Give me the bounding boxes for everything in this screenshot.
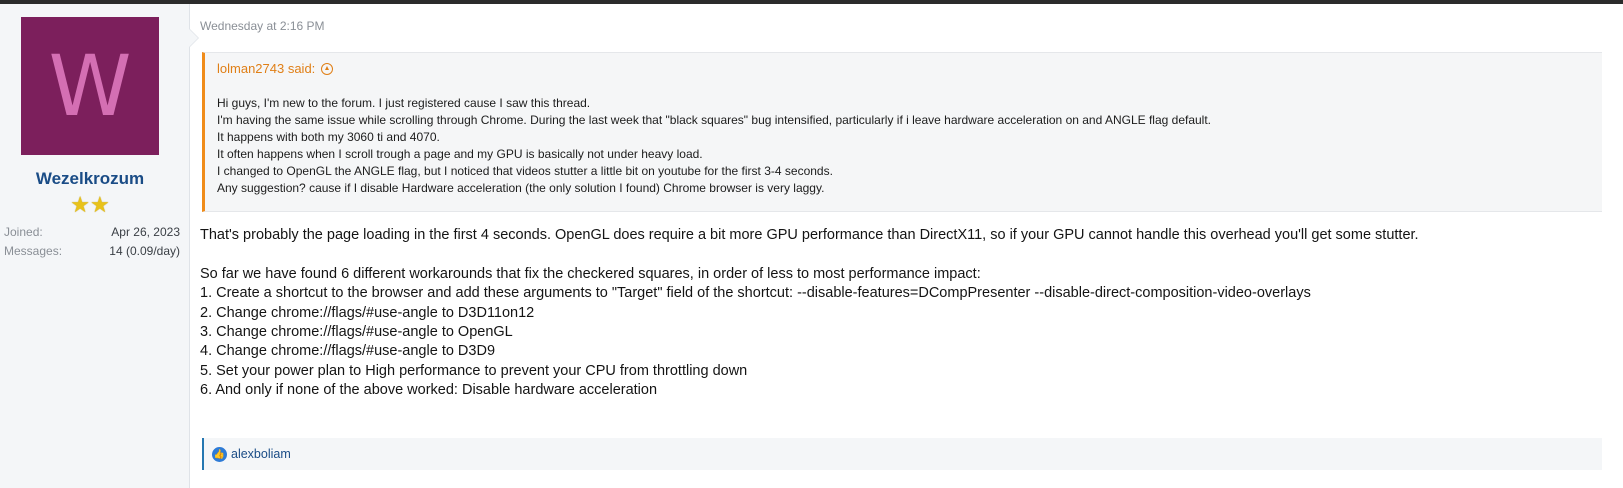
quote-line: Any suggestion? cause if I disable Hardw… [217,181,825,195]
workaround-step: 4. Change chrome://flags/#use-angle to D… [200,343,496,360]
avatar[interactable]: W [21,17,159,155]
user-sidebar: W Wezelkrozum ★★ Joined: Apr 26, 2023 Me… [0,4,198,488]
joined-label: Joined: [4,225,43,239]
joined-row: Joined: Apr 26, 2023 [4,225,180,239]
quote-line: It often happens when I scroll trough a … [217,147,703,161]
forum-post: W Wezelkrozum ★★ Joined: Apr 26, 2023 Me… [0,4,1623,488]
quote-line: I changed to OpenGL the ANGLE flag, but … [217,164,833,178]
workaround-step: 2. Change chrome://flags/#use-angle to D… [200,304,535,321]
rank-stars: ★★ [70,192,110,217]
body-paragraph: That's probably the page loading in the … [200,227,1419,243]
post-date-link[interactable]: Wednesday at 2:16 PM [200,19,325,33]
messages-label: Messages: [4,244,63,258]
quote-line: I'm having the same issue while scrollin… [217,113,1212,127]
like-icon: 👍 [212,446,227,462]
quote-header[interactable]: lolman2743 said: [217,61,334,76]
body-intro: So far we have found 6 different workaro… [200,265,981,282]
messages-value: 14 (0.09/day) [109,244,180,258]
reactions-bar: 👍 alexboliam [202,438,1602,470]
quote-author[interactable]: lolman2743 said: [217,61,315,76]
quote-line: It happens with both my 3060 ti and 4070… [217,130,440,144]
arrow-up-circle-icon[interactable] [321,62,334,75]
quote-text: Hi guys, I'm new to the forum. I just re… [217,95,1211,197]
workaround-step: 3. Change chrome://flags/#use-angle to O… [200,324,513,341]
messages-row: Messages: 14 (0.09/day) [4,244,180,258]
workaround-step: 5. Set your power plan to High performan… [200,362,748,379]
reactor-link[interactable]: alexboliam [231,447,291,461]
avatar-letter: W [48,37,132,135]
workaround-step: 1. Create a shortcut to the browser and … [200,285,1311,302]
username-link[interactable]: Wezelkrozum [0,169,180,189]
post-body: That's probably the page loading in the … [200,226,1419,401]
quote-line: Hi guys, I'm new to the forum. I just re… [217,96,591,110]
workaround-step: 6. And only if none of the above worked:… [200,382,658,399]
post-main: Wednesday at 2:16 PM lolman2743 said: Hi… [190,4,1623,488]
joined-value: Apr 26, 2023 [111,225,180,239]
quote-block: lolman2743 said: Hi guys, I'm new to the… [202,52,1602,212]
